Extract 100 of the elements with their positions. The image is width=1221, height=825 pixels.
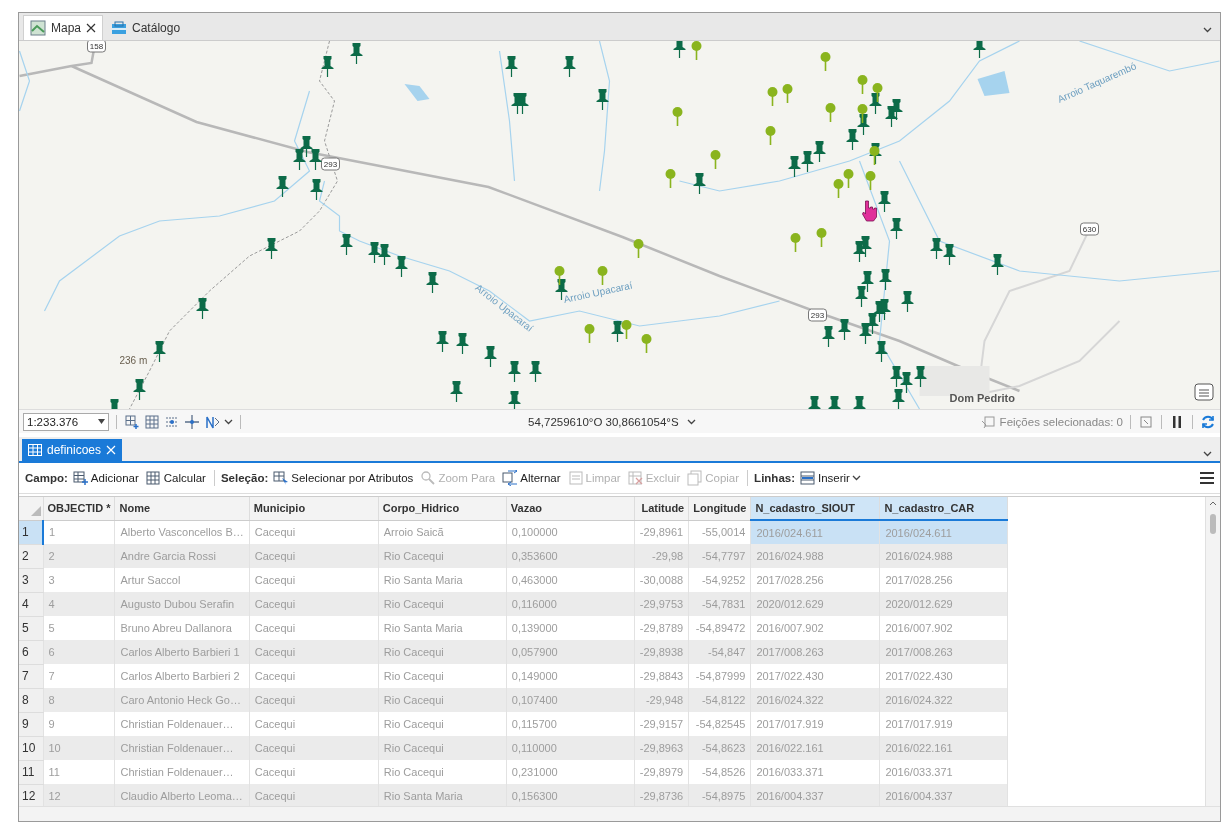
row-number[interactable]: 10 [19,736,43,760]
row-number[interactable]: 3 [19,568,43,592]
pushpin-icon [973,41,986,58]
column-header[interactable]: Longitude [688,497,751,520]
road-shield: 293 [321,157,340,171]
row-number[interactable]: 9 [19,712,43,736]
grid-plus-icon[interactable] [124,413,140,430]
column-header[interactable]: OBJECTID * [43,497,115,520]
row-number[interactable]: 12 [19,784,43,806]
pushpin-icon [378,244,391,265]
table-cell: Rio Cacequi [378,544,507,568]
elevation-label: 236 m [119,355,148,366]
toolbar-button[interactable]: Adicionar [70,468,141,488]
refresh-icon[interactable] [1200,413,1216,430]
table-cell: Cacequi [249,784,379,806]
table-cell: Christian Foldenauer… [114,736,250,760]
pushpin-icon [484,346,497,367]
round-pin-icon [641,334,652,353]
crosshair-icon[interactable] [184,413,200,430]
horizontal-scrollbar[interactable] [19,806,1220,821]
column-header[interactable]: Latitude [634,497,689,520]
pushpin-icon [529,361,542,382]
table-cell: 0,107400 [506,688,635,712]
pushpin-icon [866,313,879,334]
round-pin-icon [710,150,721,169]
row-number[interactable]: 5 [19,616,43,640]
row-number[interactable]: 1 [19,520,43,544]
round-pin-icon [825,103,836,122]
table-cell: 0,057900 [506,640,635,664]
column-header[interactable]: Vazao [506,497,635,520]
table-cell: 2016/024.322 [879,688,1008,712]
pushpin-icon [900,372,913,393]
pushpin-icon [890,218,903,239]
road-shield: 630 [1080,222,1099,236]
row-number[interactable]: 8 [19,688,43,712]
round-pin-icon [790,233,801,252]
close-icon[interactable] [86,23,97,33]
pushpin-icon [822,326,835,347]
row-number[interactable]: 7 [19,664,43,688]
table-cell: Claudio Alberto Leoma… [114,784,250,806]
river-label: Arroio Upacaraí [562,279,634,305]
table-cell: 0,353600 [506,544,635,568]
row-number[interactable]: 2 [19,544,43,568]
toolbar-label: Campo: [25,472,68,484]
table-cell: Augusto Dubou Serafin [114,592,250,616]
layers-icon[interactable] [1194,383,1214,401]
table-cell: Cacequi [249,592,379,616]
menu-icon[interactable] [1200,472,1214,484]
scale-dropdown[interactable]: 1:233.376 [23,412,109,431]
list-icon [567,470,584,486]
toolbar-button[interactable]: Selecionar por Atributos [271,468,416,488]
pushpin-icon [869,93,882,114]
table-tab[interactable]: definicoes [22,439,123,461]
column-header[interactable]: N_cadastro_CAR [879,497,1008,520]
pushpin-icon [293,149,306,170]
column-header[interactable]: N_cadastro_SIOUT [750,497,880,520]
insert-dropdown[interactable]: Inserir [798,468,863,488]
hand-cursor-icon [862,200,877,222]
pushpin-icon [133,379,146,400]
map-tab[interactable]: Catálogo [105,16,187,40]
round-pin-icon [672,107,683,126]
column-header[interactable]: Corpo_Hidrico [378,497,507,520]
pushpin-icon [265,238,278,259]
table-cell: 2017/008.263 [879,640,1008,664]
pushpin-icon [196,298,209,319]
table-cell: Rio Cacequi [378,592,507,616]
pushpin-icon [505,56,518,77]
magnifier-icon [420,470,437,486]
pushpin-icon [861,271,874,292]
table-cell: Cacequi [249,688,379,712]
caret-icon [686,418,696,425]
pushpin-icon [943,244,956,265]
row-plus-icon [800,470,816,486]
table-cell: 0,156300 [506,784,635,806]
table-cell: Rio Santa Maria [378,784,507,806]
table-cell: Rio Cacequi [378,640,507,664]
row-number[interactable]: 4 [19,592,43,616]
row-number[interactable]: 6 [19,640,43,664]
grid-icon[interactable] [144,413,160,430]
pushpin-icon [991,254,1004,275]
column-header[interactable]: Nome [114,497,250,520]
round-pin-icon [872,83,883,102]
pushpin-icon [321,56,334,77]
table-cell: 2017/008.263 [750,640,880,664]
toolbar-button[interactable]: Alternar [500,468,563,488]
column-header[interactable]: Municipio [249,497,379,520]
pushpin-icon [508,361,521,382]
table-cell: -29,9753 [634,592,689,616]
scroll-up-icon[interactable] [1209,501,1217,506]
road-shield: 293 [808,308,827,322]
table-cell: 2020/012.629 [750,592,880,616]
row-number[interactable]: 11 [19,760,43,784]
table-cell: 2016/022.161 [879,736,1008,760]
map-grid-icon[interactable] [1138,413,1154,430]
table-cell: Caro Antonio Heck Go… [114,688,250,712]
pushpin-icon [300,136,313,157]
selected-features-count: Feições selecionadas: 0 [999,415,1123,428]
toolbar-button[interactable]: Calcular [143,468,208,488]
table-cell: Andre Garcia Rossi [114,544,250,568]
scrollbar-thumb[interactable] [1210,514,1216,534]
